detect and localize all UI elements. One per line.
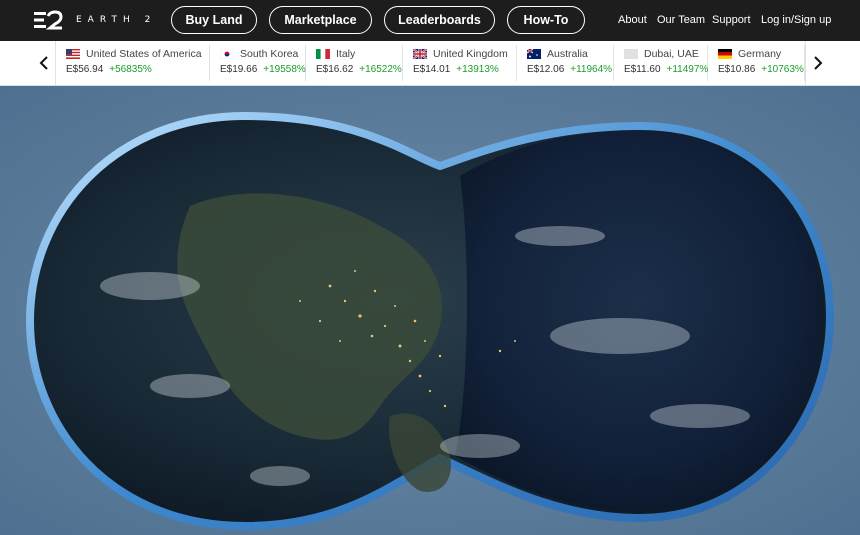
land-price: E$11.60	[624, 64, 661, 75]
our-team-link[interactable]: Our Team	[657, 14, 705, 26]
e2-logo-icon	[34, 10, 63, 30]
land-price: E$12.06	[527, 64, 565, 75]
kr-flag-icon	[220, 49, 234, 59]
ticker-prev-button[interactable]	[32, 41, 56, 85]
price-change: +11964%	[570, 64, 613, 75]
ticker-next-button[interactable]	[805, 41, 829, 85]
price-change: +11497%	[666, 64, 709, 75]
price-change: +13913%	[456, 64, 499, 75]
about-link[interactable]: About	[618, 14, 647, 26]
chevron-left-icon	[39, 56, 48, 70]
country-name: Australia	[547, 48, 588, 60]
land-price: E$10.86	[718, 64, 756, 75]
land-price: E$56.94	[66, 64, 104, 75]
country-name: South Korea	[240, 48, 299, 60]
country-name: Dubai, UAE	[644, 48, 699, 60]
ticker-item[interactable]: United Kingdom E$14.01 +13913%	[403, 45, 517, 81]
login-signup-link[interactable]: Log in/Sign up	[761, 14, 831, 26]
us-flag-icon	[66, 49, 80, 59]
au-flag-icon	[527, 49, 541, 59]
earth2-double-globe-image	[25, 111, 835, 531]
uk-flag-icon	[413, 49, 427, 59]
buy-land-button[interactable]: Buy Land	[171, 6, 257, 34]
ticker-item[interactable]: Germany E$10.86 +10763%	[708, 45, 805, 81]
price-change: +19558%	[263, 64, 306, 75]
land-price: E$19.66	[220, 64, 258, 75]
brand-wordmark: EARTH 2	[76, 15, 157, 25]
leaderboards-button[interactable]: Leaderboards	[384, 6, 495, 34]
country-name: Italy	[336, 48, 356, 60]
top-navigation-bar: EARTH 2 Buy Land Marketplace Leaderboard…	[0, 0, 860, 41]
ticker-item[interactable]: South Korea E$19.66 +19558%	[210, 45, 306, 81]
country-name: Germany	[738, 48, 782, 60]
hero-banner	[0, 86, 860, 535]
ticker-item[interactable]: United States of America E$56.94 +56835%	[56, 45, 210, 81]
land-price: E$16.62	[316, 64, 354, 75]
ticker-item[interactable]: Australia E$12.06 +11964%	[517, 45, 614, 81]
marketplace-button[interactable]: Marketplace	[269, 6, 372, 34]
country-price-ticker: United States of America E$56.94 +56835% …	[0, 41, 860, 86]
price-change: +56835%	[109, 64, 152, 75]
de-flag-icon	[718, 49, 732, 59]
land-price: E$14.01	[413, 64, 451, 75]
ticker-item[interactable]: Dubai, UAE E$11.60 +11497%	[614, 45, 708, 81]
country-name: United States of America	[86, 48, 202, 60]
support-link[interactable]: Support	[712, 14, 751, 26]
ticker-item[interactable]: Italy E$16.62 +16522%	[306, 45, 403, 81]
earth2-logo[interactable]: EARTH 2	[34, 10, 156, 30]
how-to-button[interactable]: How-To	[507, 6, 585, 34]
price-change: +16522%	[359, 64, 402, 75]
it-flag-icon	[316, 49, 330, 59]
ae-flag-icon	[624, 49, 638, 59]
price-change: +10763%	[761, 64, 804, 75]
country-name: United Kingdom	[433, 48, 508, 60]
chevron-right-icon	[813, 56, 822, 70]
